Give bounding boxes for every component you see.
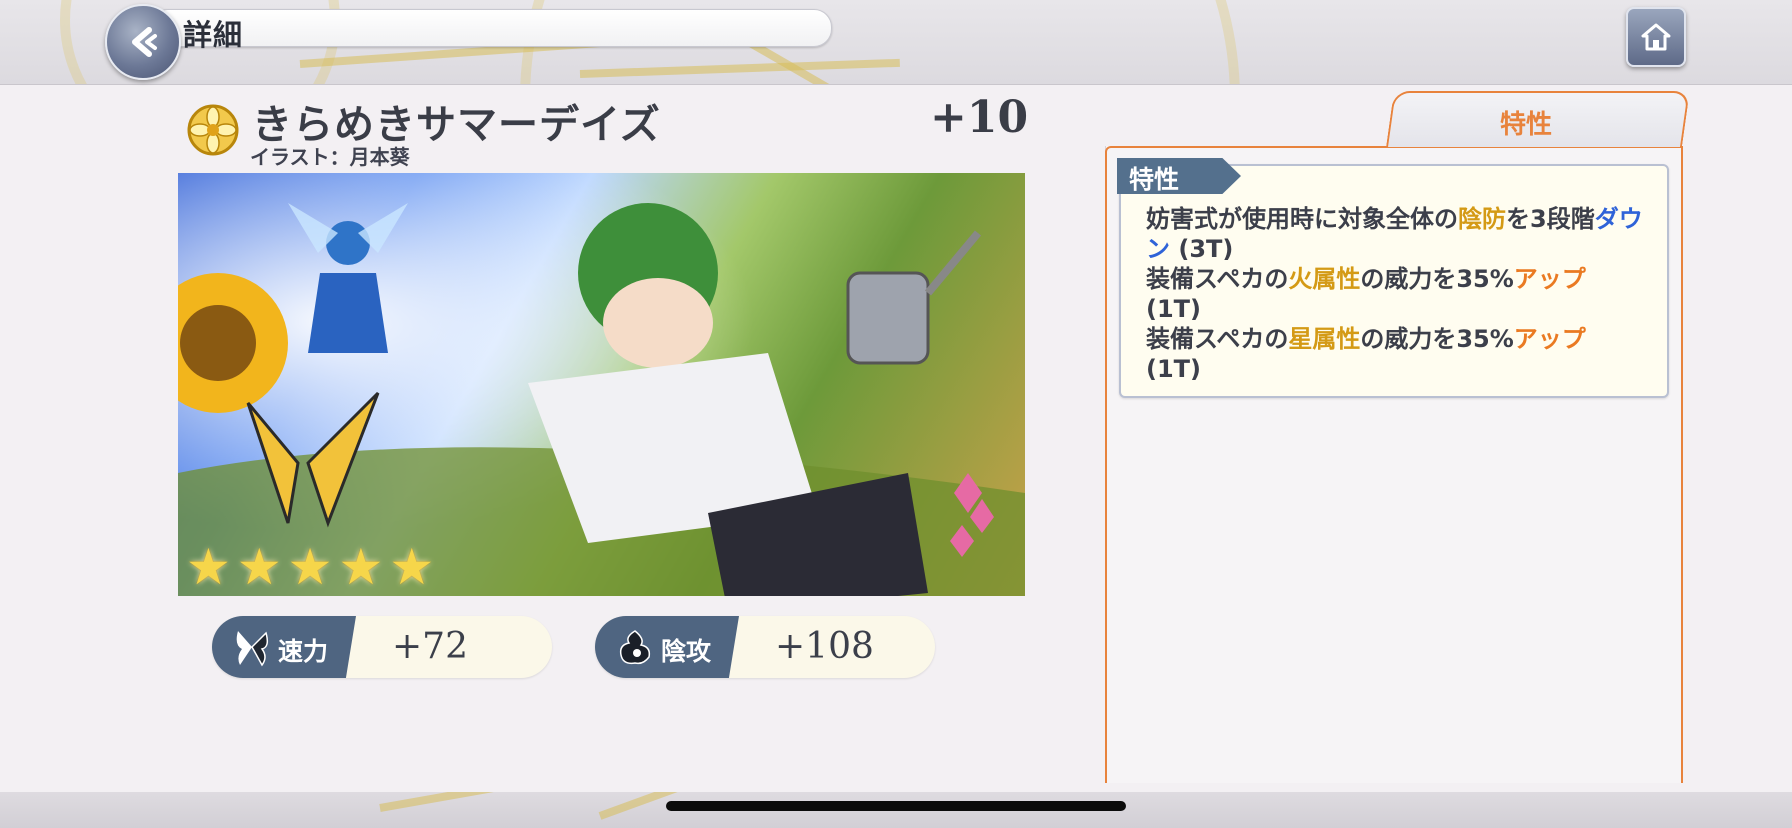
- illustration-artwork: [178, 173, 1025, 596]
- card-illustration: ★ ★ ★ ★ ★: [178, 173, 1025, 596]
- home-button[interactable]: [1626, 7, 1686, 67]
- trait-text: を3段階: [1506, 205, 1595, 233]
- trait-keyword: 星属性: [1288, 325, 1361, 353]
- illustrator-credit: イラスト：月本葵: [250, 145, 410, 169]
- trait-label-ribbon: 特性: [1117, 158, 1241, 194]
- stat-speed: 速力 +72: [212, 616, 552, 678]
- trait-label: 特性: [1129, 165, 1180, 194]
- home-indicator[interactable]: [666, 801, 1126, 811]
- card-plus-level: +10: [930, 92, 1029, 143]
- stat-label: 速力: [278, 637, 329, 666]
- star-icon: ★: [186, 538, 231, 596]
- trait-effect: アップ: [1513, 325, 1586, 353]
- trait-effect: アップ: [1513, 265, 1586, 293]
- trait-text: の威力を35%: [1360, 325, 1514, 353]
- home-icon: [1641, 23, 1671, 51]
- trait-keyword: 火属性: [1288, 265, 1361, 293]
- trait-duration: (3T): [1170, 235, 1234, 263]
- back-button[interactable]: [105, 4, 181, 80]
- title-bar: 詳細: [150, 9, 832, 52]
- back-arrow-icon: [132, 27, 157, 57]
- page-title: 詳細: [183, 18, 244, 52]
- trait-description: 妨害式が使用時に対象全体の陰防を3段階ダウン (3T) 装備スペカの火属性の威力…: [1146, 204, 1646, 384]
- star-icon: ★: [236, 538, 282, 596]
- trait-line: 装備スペカの星属性の威力を35%アップ (1T): [1146, 324, 1646, 384]
- rarity-stars: ★ ★ ★ ★ ★: [186, 542, 434, 592]
- trait-duration: (1T): [1146, 295, 1202, 323]
- trait-text: 装備スペカの: [1146, 265, 1289, 293]
- tab-traits-label[interactable]: 特性: [1500, 104, 1552, 141]
- star-icon: ★: [338, 538, 384, 596]
- trait-keyword: 陰防: [1458, 205, 1506, 233]
- trait-text: 妨害式が使用時に対象全体の: [1146, 205, 1458, 233]
- star-icon: ★: [287, 538, 333, 596]
- stat-value: +108: [775, 626, 874, 667]
- stat-label: 陰攻: [661, 637, 712, 666]
- stat-value: +72: [392, 626, 468, 667]
- trait-text: の威力を35%: [1360, 265, 1514, 293]
- star-icon: ★: [389, 538, 435, 596]
- card-type-icon: [186, 103, 240, 157]
- dark-flame-icon: [619, 630, 651, 665]
- trait-duration: (1T): [1146, 355, 1202, 383]
- trait-line: 妨害式が使用時に対象全体の陰防を3段階ダウン (3T): [1146, 204, 1646, 264]
- trait-text: 装備スペカの: [1146, 325, 1289, 353]
- butterfly-icon: [236, 631, 269, 667]
- trait-line: 装備スペカの火属性の威力を35%アップ (1T): [1146, 264, 1646, 324]
- stat-dark-attack: 陰攻 +108: [595, 616, 935, 678]
